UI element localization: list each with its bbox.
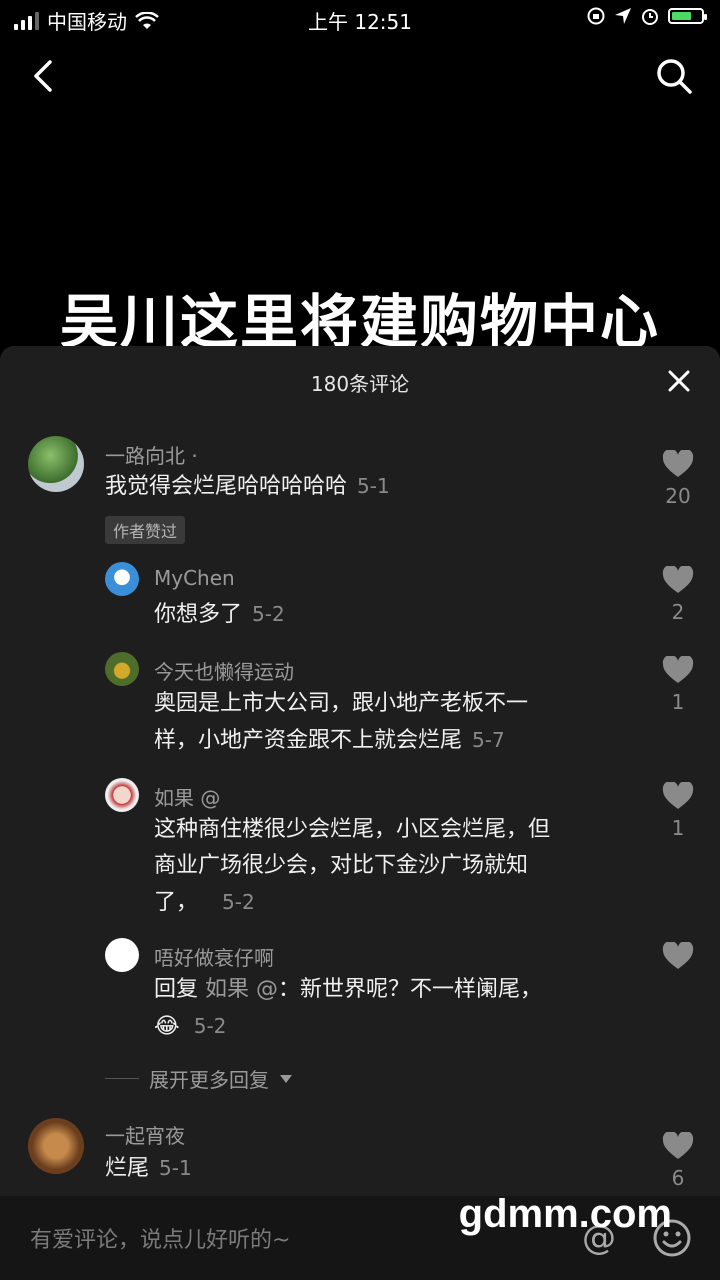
like-button[interactable] [662, 942, 694, 970]
heart-icon [662, 566, 694, 593]
avatar[interactable] [28, 436, 84, 492]
like-count: 1 [671, 690, 685, 714]
comment-text[interactable]: 我觉得会烂尾哈哈哈哈哈 5-1 [105, 468, 390, 505]
comment-input[interactable]: 有爱评论，说点儿好听的~ [30, 1222, 290, 1254]
battery-icon [668, 8, 707, 24]
back-arrow-icon[interactable] [26, 56, 66, 96]
comment-date: 5-7 [472, 728, 505, 752]
heart-icon [662, 782, 694, 809]
like-count: 20 [665, 484, 691, 508]
reply-target-user[interactable]: 如果 @ [205, 977, 278, 1002]
comment-date: 5-2 [252, 602, 285, 626]
comment-username[interactable]: 唔好做衰仔啊 [154, 942, 274, 971]
author-liked-badge: 作者赞过 [105, 516, 186, 544]
comment-text[interactable]: 这种商住楼很少会烂尾，小区会烂尾，但 商业广场很少会，对比下金沙广场就知 了， 5… [154, 812, 550, 921]
heart-icon [662, 450, 694, 477]
comment-text[interactable]: 你想多了 5-2 [154, 596, 285, 633]
comment-date: 5-2 [193, 1014, 227, 1038]
comment-text[interactable]: 奥园是上市大公司，跟小地产老板不一 样，小地产资金跟不上就会烂尾 5-7 [154, 686, 528, 759]
comment-body: 我觉得会烂尾哈哈哈哈哈 [105, 474, 348, 499]
comment-text[interactable]: 回复 如果 @：新世界呢？不一样阑尾， 😂 5-2 [154, 972, 542, 1045]
sheet-header: 180条评论 [0, 346, 720, 414]
caret-down-icon [280, 1074, 292, 1083]
comments-count: 180条评论 [310, 372, 410, 396]
comment-body: 你想多了 [154, 602, 243, 627]
expand-more-replies[interactable]: 展开更多回复 [105, 1064, 293, 1093]
heart-icon [662, 1132, 694, 1159]
heart-icon [662, 942, 694, 969]
heart-icon [662, 656, 694, 683]
comment-body-line: 这种商住楼很少会烂尾，小区会烂尾，但 [154, 817, 551, 842]
location-icon [615, 8, 631, 24]
like-count: 1 [671, 816, 685, 840]
comment-body: 烂尾 [105, 1156, 150, 1181]
reply-prefix: 回复 [154, 977, 199, 1002]
comment-username[interactable]: MyChen [154, 566, 235, 590]
comment-body: ：新世界呢？不一样阑尾， [278, 977, 543, 1002]
like-button[interactable]: 20 [662, 450, 694, 508]
like-count: 2 [671, 600, 685, 624]
comment-body-line: 商业广场很少会，对比下金沙广场就知 [154, 853, 529, 878]
comment-body-line: 奥园是上市大公司，跟小地产老板不一 [154, 691, 529, 716]
comment-username[interactable]: 一起宵夜 [105, 1120, 185, 1149]
search-icon[interactable] [654, 56, 694, 96]
comment-date: 5-1 [159, 1156, 192, 1180]
comment-username[interactable]: 今天也懒得运动 [154, 656, 294, 685]
comment-date: 5-2 [222, 890, 255, 914]
rotation-lock-icon [587, 7, 605, 25]
like-button[interactable]: 1 [662, 656, 694, 714]
avatar[interactable] [105, 652, 139, 686]
avatar[interactable] [105, 938, 139, 972]
comment-username[interactable]: 一路向北 · [105, 440, 198, 469]
avatar[interactable] [105, 778, 139, 812]
like-button[interactable]: 6 [662, 1132, 694, 1190]
like-button[interactable]: 1 [662, 782, 694, 840]
comment-body-line: 了， [154, 890, 199, 915]
like-button[interactable]: 2 [662, 566, 694, 624]
status-bar: 中国移动 上午 12:51 [0, 0, 720, 36]
comment-body-line: 样，小地产资金跟不上就会烂尾 [154, 728, 463, 753]
close-icon[interactable] [666, 368, 692, 394]
comments-sheet: 180条评论 一路向北 · 我觉得会烂尾哈哈哈哈哈 5-1 作者赞过 20 MyC… [0, 346, 720, 1196]
comment-text[interactable]: 烂尾 5-1 [105, 1150, 192, 1187]
expand-more-label: 展开更多回复 [149, 1068, 269, 1092]
divider [105, 1078, 139, 1079]
alarm-icon [642, 9, 658, 25]
comment-username[interactable]: 如果 @ [154, 782, 220, 811]
watermark: gdmm.com [458, 1192, 672, 1236]
comment-date: 5-1 [357, 474, 390, 498]
laughing-emoji-icon: 😂 [154, 1014, 180, 1039]
top-bar [0, 50, 720, 100]
like-count: 6 [671, 1166, 685, 1190]
avatar[interactable] [28, 1118, 84, 1174]
avatar[interactable] [105, 562, 139, 596]
